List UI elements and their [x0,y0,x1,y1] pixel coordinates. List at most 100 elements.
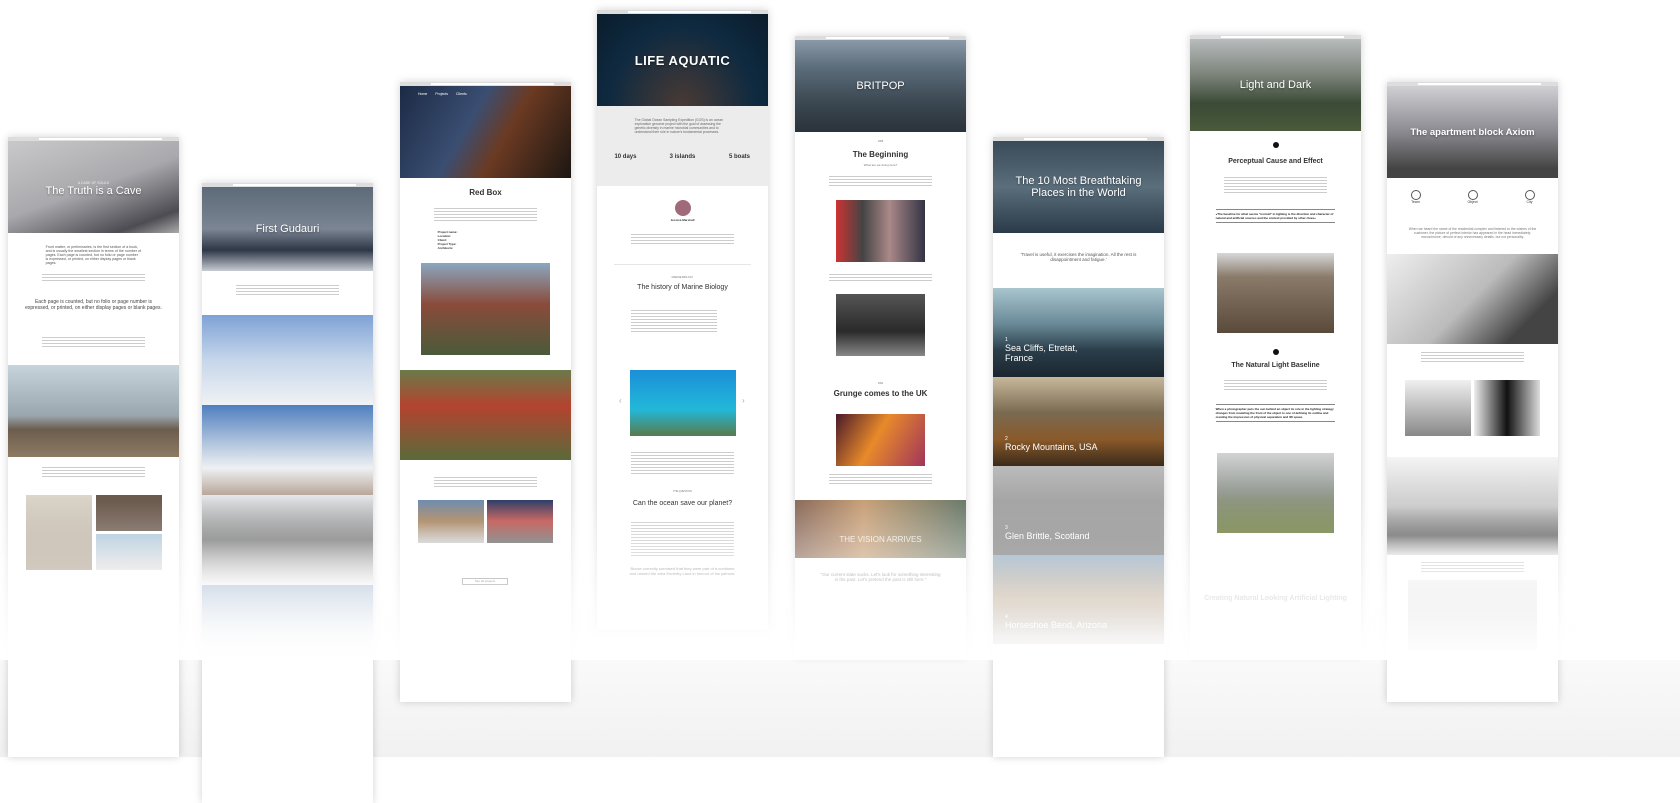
paragraph [631,232,734,244]
section-heading: Creating Natural Looking Artificial Ligh… [1204,595,1347,602]
image-grid-1 [418,500,484,543]
kicker: 1991 [877,382,884,385]
image-grid-2 [1474,380,1540,436]
project-meta: Project name: Location: Client: Project Typ… [437,230,458,250]
hero: The 10 Most Breathtaking Places in the W… [993,141,1164,233]
see-all-projects-button[interactable]: See all projects [462,578,508,585]
hero-title: The 10 Most Breathtaking Places in the W… [1015,175,1142,199]
page-title: Red Box [469,188,502,197]
chevron-right-icon[interactable]: › [742,396,748,405]
paragraph [42,465,145,479]
section-heading: The Beginning [852,150,909,159]
template-preview-life-aquatic[interactable]: LIFE AQUATIC The Global Ocean Sampling E… [597,10,768,630]
image-grid-2 [96,495,162,531]
hero: A CASE OF SOULS The Truth is a Cave [8,141,179,233]
image-grid-1 [26,495,92,570]
template-preview-apartment-axiom[interactable]: The apartment block Axiom Team Object Ci… [1387,82,1558,702]
feature-team: Team [1396,190,1436,204]
place-card[interactable]: 4 Horseshoe Bend, Arizona [993,555,1164,644]
section-marker [1272,349,1279,355]
paragraph [829,472,932,484]
blockquote: «The baseline for what seems "normal" in… [1215,209,1336,223]
section-heading: Perceptual Cause and Effect [1228,158,1323,165]
nav-projects[interactable]: Projects [435,92,448,96]
top-nav: Home Projects Clients [418,92,571,96]
stat-boats: 5 boats [728,154,750,160]
image-hallway [1387,254,1558,344]
hero-title: Light and Dark [1239,79,1312,91]
hero-title: First Gudauri [255,223,320,235]
template-preview-first-gudauri[interactable]: First Gudauri [202,183,373,803]
stats: 10 days 3 islands 5 boats [597,154,768,160]
video-concert[interactable] [836,414,925,466]
image-band-1 [836,200,925,262]
hero: Light and Dark [1190,39,1361,131]
nav-clients[interactable]: Clients [456,92,467,96]
building-icon [1467,190,1478,200]
paragraph [1224,175,1327,195]
template-preview-breathtaking-places[interactable]: The 10 Most Breathtaking Places in the W… [993,137,1164,757]
paragraph [631,308,717,334]
body-text: When we heard the name of the residentia… [1408,227,1537,239]
paragraph [42,335,145,349]
pullquote: 'Travel is useful, it exercises the imag… [1020,252,1137,262]
hero-title: LIFE AQUATIC [634,52,731,68]
image-snow-peak [202,495,373,585]
hero: BRITPOP [795,40,966,132]
kicker: 1985 [877,140,884,143]
paragraph [829,174,932,186]
hero-title: The Truth is a Cave [45,185,142,197]
place-card[interactable]: 1 Sea Cliffs, Etretat, France [993,288,1164,377]
section-heading: Can the ocean save our planet? [632,500,733,507]
template-preview-britpop[interactable]: BRITPOP 1985 The Beginning What are we d… [795,36,966,656]
intro-text: The Global Ocean Sampling Expedition (GO… [634,118,724,134]
paragraph [631,450,734,474]
image-red-hut [1217,453,1334,533]
paragraph [1421,560,1524,574]
hero: LIFE AQUATIC [597,14,768,106]
image-grid-3 [96,534,162,570]
section-heading: The Natural Light Baseline [1231,362,1320,369]
image-interior [1407,580,1538,650]
image-band-2 [836,294,925,356]
stat-days: 10 days [614,154,637,160]
kicker: MARINE BIOLOGY [671,276,694,279]
body-text: Front matter, or preliminaries, is the f… [45,245,141,265]
image-grid-2 [487,500,553,543]
paragraph [829,272,932,282]
section-marker [1272,142,1279,148]
image-landscape [1217,253,1334,333]
hero-title: The apartment block Axiom [1410,126,1535,138]
template-preview-red-box[interactable]: Home Projects Clients Red Box Project na… [400,82,571,702]
feature-city: City [1510,190,1550,204]
hero [400,86,571,178]
chevron-left-icon[interactable]: ‹ [619,396,625,405]
banner-vision: THE VISION ARRIVES [795,500,966,558]
hero-title: BRITPOP [856,80,905,92]
pullquote: Bocse correctly surmised that they were … [629,566,736,576]
stat-islands: 3 islands [669,154,696,160]
kicker: A CASE OF SOULS [77,181,110,185]
template-preview-truth-cave[interactable]: A CASE OF SOULS The Truth is a Cave Fron… [8,137,179,757]
paragraph [236,283,339,295]
city-icon [1524,190,1535,200]
place-card[interactable]: 3 Glen Brittle, Scotland [993,466,1164,555]
place-card[interactable]: 2 Rocky Mountains, USA [993,377,1164,466]
template-preview-light-and-dark[interactable]: Light and Dark Perceptual Cause and Effe… [1190,35,1361,655]
section-heading: Grunge comes to the UK [833,389,928,398]
kicker: THE QUESTION [673,490,692,493]
subheading: What are we doing here? [863,163,898,167]
image-grid-1 [1405,380,1471,436]
image-kitchen [1387,457,1558,555]
paragraph [434,475,537,487]
paragraph [1224,378,1327,392]
blockquote: When a photographer puts the sun behind … [1215,404,1336,422]
image-snow-plane [202,585,373,655]
nav-home[interactable]: Home [418,92,427,96]
image-red-house [420,263,551,355]
feature-object: Object [1453,190,1493,204]
paragraph [42,272,145,282]
avatar [675,200,691,216]
image-snow-trees [202,315,373,405]
hero: First Gudauri [202,187,373,271]
